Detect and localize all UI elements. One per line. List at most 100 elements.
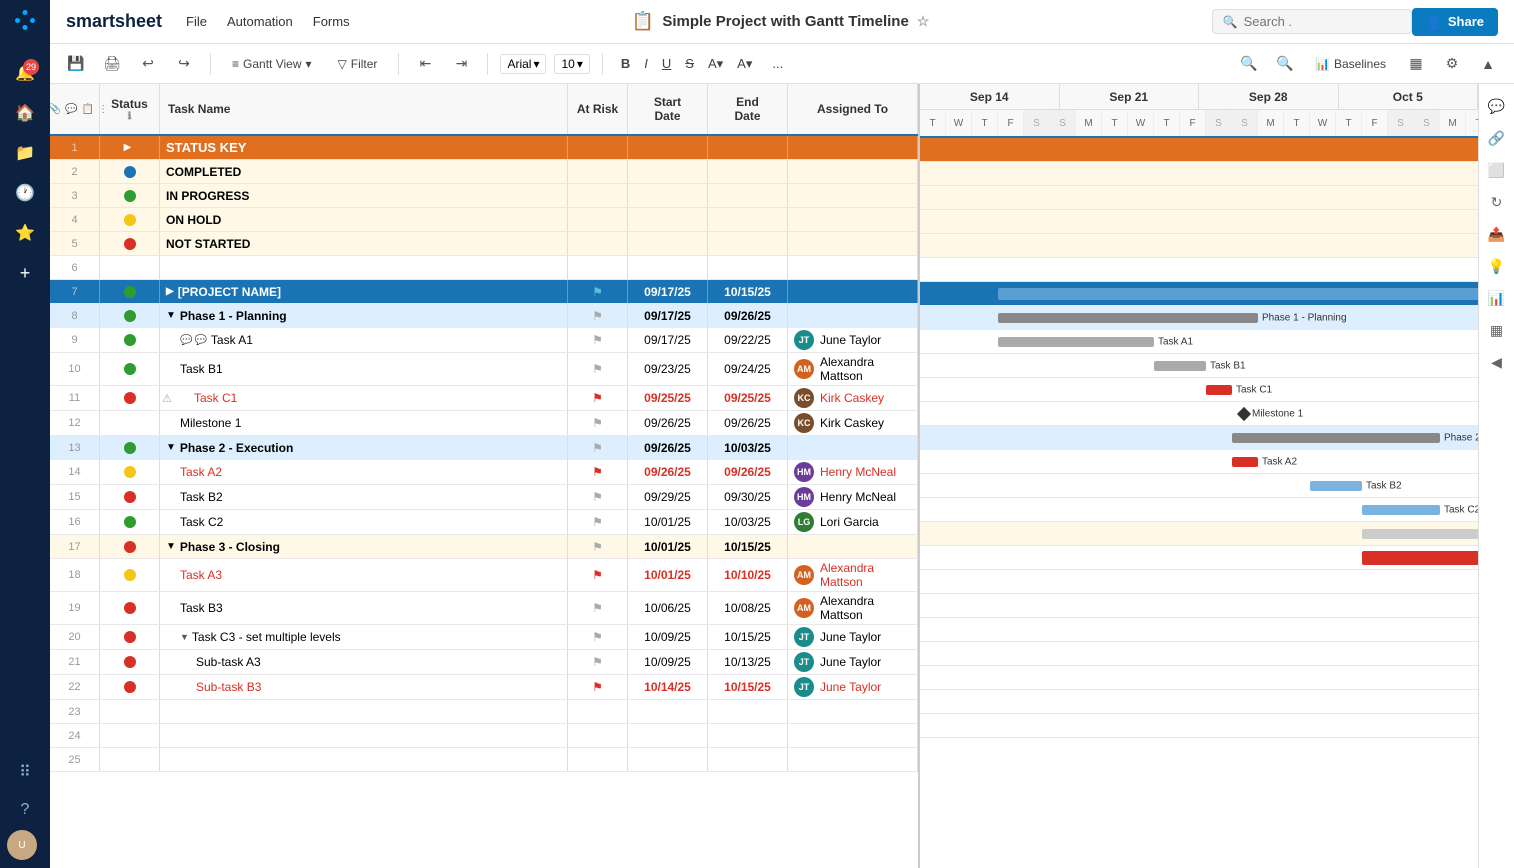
cell-enddate[interactable]: 10/15/25 bbox=[708, 280, 788, 303]
cell-startdate[interactable]: 10/01/25 bbox=[628, 559, 708, 591]
search-box[interactable]: 🔍 bbox=[1212, 9, 1412, 34]
cell-task[interactable]: ⚠ Task C1 bbox=[160, 386, 568, 410]
cell-task[interactable]: 💬 💬 Task A1 bbox=[160, 328, 568, 352]
cell-atrisk[interactable]: ⚑ bbox=[568, 460, 628, 484]
cell-task[interactable]: ON HOLD bbox=[160, 208, 568, 231]
cell-task[interactable]: Milestone 1 bbox=[160, 411, 568, 435]
zoom-in-button[interactable]: 🔍 bbox=[1235, 50, 1263, 78]
cell-startdate[interactable]: 10/06/25 bbox=[628, 592, 708, 624]
cell-atrisk[interactable]: ⚑ bbox=[568, 353, 628, 385]
share-button[interactable]: 👤 Share bbox=[1412, 8, 1498, 36]
link-icon[interactable]: 🔗 bbox=[1483, 124, 1511, 152]
cell-startdate[interactable]: 09/23/25 bbox=[628, 353, 708, 385]
collapse-button[interactable]: ▲ bbox=[1474, 50, 1502, 78]
grid-apps-icon[interactable]: ⠿ bbox=[7, 754, 43, 790]
cell-task[interactable]: ▼ Phase 3 - Closing bbox=[160, 535, 568, 558]
cell-task[interactable]: Sub-task B3 bbox=[160, 675, 568, 699]
cell-startdate[interactable]: 10/01/25 bbox=[628, 510, 708, 534]
nav-forms[interactable]: Forms bbox=[313, 10, 350, 33]
undo-button[interactable]: ↩ bbox=[134, 50, 162, 78]
cell-task[interactable]: Task B2 bbox=[160, 485, 568, 509]
cell-task[interactable]: Sub-task A3 bbox=[160, 650, 568, 674]
cell-startdate[interactable]: 09/17/25 bbox=[628, 304, 708, 327]
redo-button[interactable]: ↪ bbox=[170, 50, 198, 78]
help-icon[interactable]: ? bbox=[7, 792, 43, 828]
more-button[interactable]: ... bbox=[766, 54, 789, 73]
save-button[interactable]: 💾 bbox=[62, 50, 90, 78]
collapse-icon[interactable]: ▼ bbox=[166, 442, 176, 453]
italic-button[interactable]: I bbox=[638, 54, 654, 73]
cell-startdate[interactable]: 09/17/25 bbox=[628, 280, 708, 303]
font-size-selector[interactable]: 10 ▾ bbox=[554, 54, 589, 74]
cell-task[interactable]: STATUS KEY bbox=[160, 136, 568, 159]
cell-atrisk[interactable]: ⚑ bbox=[568, 592, 628, 624]
cell-enddate[interactable]: 10/15/25 bbox=[708, 675, 788, 699]
back-icon[interactable]: ◀ bbox=[1483, 348, 1511, 376]
cell-enddate[interactable]: 10/10/25 bbox=[708, 559, 788, 591]
cell-task[interactable]: ▼ Phase 1 - Planning bbox=[160, 304, 568, 327]
user-avatar[interactable]: U bbox=[7, 830, 37, 860]
cell-enddate[interactable]: 09/25/25 bbox=[708, 386, 788, 410]
settings-button[interactable]: ⚙ bbox=[1438, 50, 1466, 78]
cell-enddate[interactable]: 10/13/25 bbox=[708, 650, 788, 674]
cell-task[interactable]: COMPLETED bbox=[160, 160, 568, 183]
cell-startdate[interactable]: 09/17/25 bbox=[628, 328, 708, 352]
cell-enddate[interactable]: 10/03/25 bbox=[708, 436, 788, 459]
favorite-icon[interactable]: ☆ bbox=[917, 13, 930, 30]
cell-enddate[interactable]: 09/22/25 bbox=[708, 328, 788, 352]
gantt-view-button[interactable]: ≡ Gantt View ▾ bbox=[223, 53, 321, 75]
cell-task[interactable] bbox=[160, 724, 568, 747]
cell-enddate[interactable]: 10/15/25 bbox=[708, 625, 788, 649]
search-input[interactable] bbox=[1244, 14, 1384, 29]
col-header-status[interactable]: Status ℹ bbox=[100, 84, 160, 134]
home-icon[interactable]: 🏠 bbox=[7, 95, 43, 131]
export-icon[interactable]: 📤 bbox=[1483, 220, 1511, 248]
bold-button[interactable]: B bbox=[615, 54, 636, 73]
chart-icon[interactable]: 📊 bbox=[1483, 284, 1511, 312]
cell-task[interactable]: ▶ [PROJECT NAME] bbox=[160, 280, 568, 303]
cell-atrisk[interactable]: ⚑ bbox=[568, 304, 628, 327]
cell-atrisk[interactable]: ⚑ bbox=[568, 280, 628, 303]
baselines-button[interactable]: 📊 Baselines bbox=[1307, 54, 1394, 74]
col-header-enddate[interactable]: End Date bbox=[708, 84, 788, 134]
cell-atrisk[interactable]: ⚑ bbox=[568, 485, 628, 509]
cell-enddate[interactable]: 09/26/25 bbox=[708, 460, 788, 484]
nav-file[interactable]: File bbox=[186, 10, 207, 33]
cell-atrisk[interactable]: ⚑ bbox=[568, 535, 628, 558]
indent-left-button[interactable]: ⇤ bbox=[411, 50, 439, 78]
cell-startdate[interactable]: 09/26/25 bbox=[628, 436, 708, 459]
cell-enddate[interactable]: 10/15/25 bbox=[708, 535, 788, 558]
apps-icon[interactable]: ⬜ bbox=[1483, 156, 1511, 184]
cell-atrisk[interactable]: ⚑ bbox=[568, 328, 628, 352]
comment-panel-icon[interactable]: 💬 bbox=[1483, 92, 1511, 120]
cell-enddate[interactable]: 09/26/25 bbox=[708, 304, 788, 327]
cell-task[interactable]: ▼ Phase 2 - Execution bbox=[160, 436, 568, 459]
collapse-icon[interactable]: ▼ bbox=[166, 541, 176, 552]
cell-enddate[interactable]: 10/08/25 bbox=[708, 592, 788, 624]
cell-startdate[interactable]: 09/29/25 bbox=[628, 485, 708, 509]
cell-startdate[interactable]: 10/01/25 bbox=[628, 535, 708, 558]
font-selector[interactable]: Arial ▾ bbox=[500, 54, 546, 74]
star-icon[interactable]: ⭐ bbox=[7, 215, 43, 251]
cell-startdate[interactable]: 10/09/25 bbox=[628, 625, 708, 649]
cell-enddate[interactable]: 09/24/25 bbox=[708, 353, 788, 385]
cell-task[interactable] bbox=[160, 256, 568, 279]
clock-icon[interactable]: 🕐 bbox=[7, 175, 43, 211]
highlight-button[interactable]: A▾ bbox=[702, 54, 729, 74]
nav-automation[interactable]: Automation bbox=[227, 10, 293, 33]
print-button[interactable]: 🖨 bbox=[98, 50, 126, 78]
cell-task[interactable]: IN PROGRESS bbox=[160, 184, 568, 207]
refresh-icon[interactable]: ↻ bbox=[1483, 188, 1511, 216]
cell-enddate[interactable]: 10/03/25 bbox=[708, 510, 788, 534]
cell-atrisk[interactable]: ⚑ bbox=[568, 559, 628, 591]
cell-atrisk[interactable]: ⚑ bbox=[568, 675, 628, 699]
cell-startdate[interactable]: 10/14/25 bbox=[628, 675, 708, 699]
cell-task[interactable] bbox=[160, 700, 568, 723]
text-color-button[interactable]: A▾ bbox=[731, 54, 758, 74]
cell-task[interactable]: Task B3 bbox=[160, 592, 568, 624]
gantt-lines-button[interactable]: ▦ bbox=[1402, 50, 1430, 78]
cell-task[interactable]: ▼ Task C3 - set multiple levels bbox=[160, 625, 568, 649]
underline-button[interactable]: U bbox=[656, 54, 677, 73]
cell-task[interactable]: Task A3 bbox=[160, 559, 568, 591]
cell-startdate[interactable]: 10/09/25 bbox=[628, 650, 708, 674]
